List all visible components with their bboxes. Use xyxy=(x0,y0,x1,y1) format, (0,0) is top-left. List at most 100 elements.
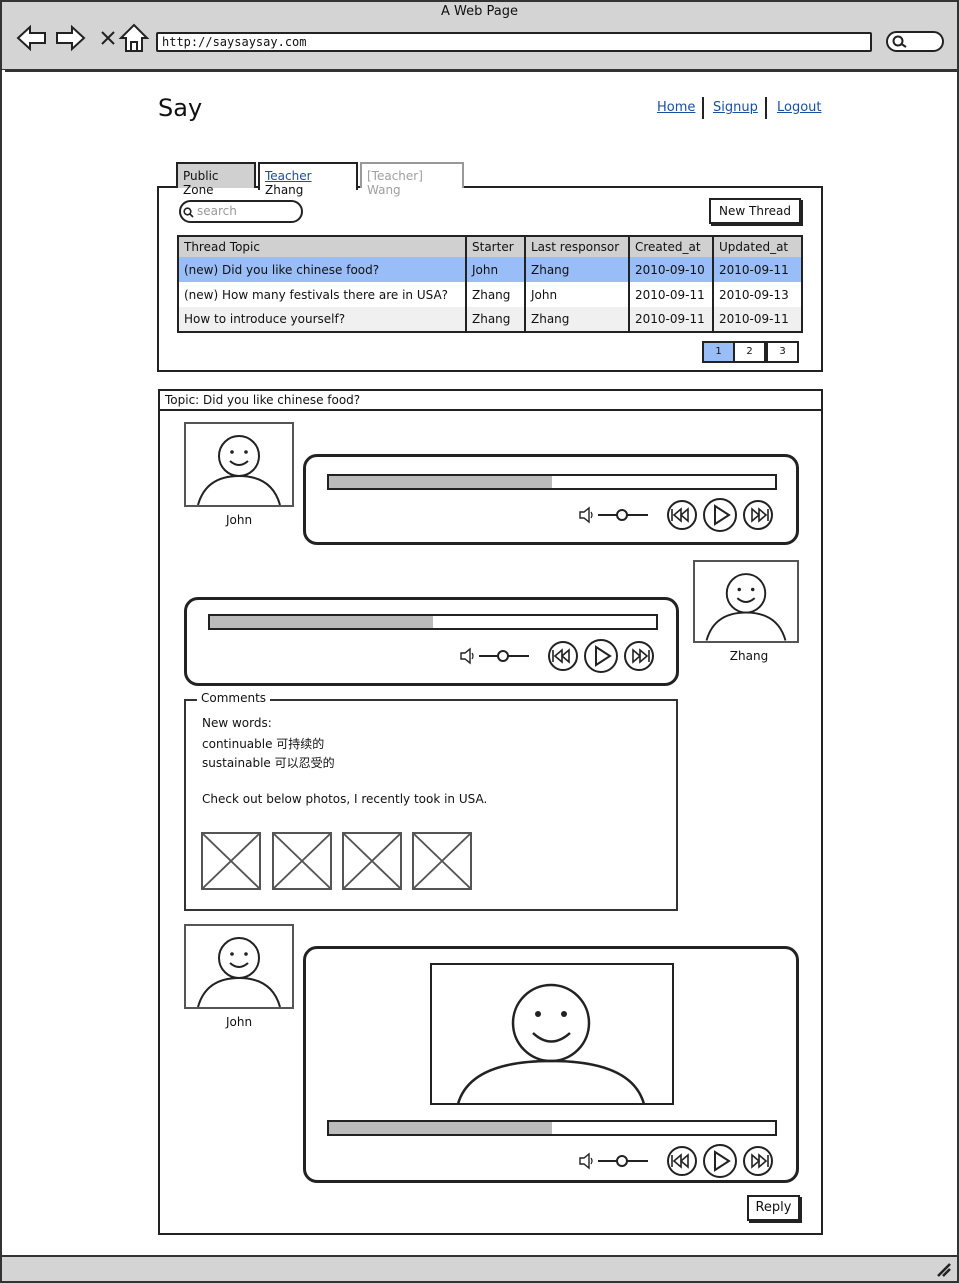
starter-cell: John xyxy=(466,257,526,282)
comments-legend: Comments xyxy=(197,691,271,705)
player-controls xyxy=(578,1143,774,1179)
fast-forward-icon[interactable] xyxy=(742,499,774,531)
progress-track[interactable] xyxy=(327,474,777,490)
link-divider xyxy=(765,97,767,119)
rewind-icon[interactable] xyxy=(547,640,579,672)
window-title: A Web Page xyxy=(441,4,518,19)
logout-link[interactable]: Logout xyxy=(777,100,822,115)
play-icon[interactable] xyxy=(702,497,738,533)
smiley-avatar-icon xyxy=(705,573,787,641)
player-controls xyxy=(459,638,655,674)
post-author: Zhang xyxy=(729,649,769,663)
table-row[interactable]: (new) Did you like chinese food? John Zh… xyxy=(178,257,803,282)
comment-line: continuable 可持续的 xyxy=(202,737,325,751)
topic-cell[interactable]: How to introduce yourself? xyxy=(178,307,467,332)
post-author: John xyxy=(225,1015,253,1029)
video-frame[interactable] xyxy=(430,963,674,1105)
topic-title: Topic: Did you like chinese food? xyxy=(158,389,823,411)
progress-fill xyxy=(329,476,552,488)
window-border-right xyxy=(954,70,959,1257)
col-header[interactable]: Starter xyxy=(466,236,526,257)
browser-status-bar xyxy=(0,1255,959,1283)
page-1-button[interactable]: 1 xyxy=(702,341,735,363)
player-controls xyxy=(578,497,774,533)
link-divider xyxy=(702,97,704,119)
fast-forward-icon[interactable] xyxy=(623,640,655,672)
topic-cell[interactable]: (new) Did you like chinese food? xyxy=(178,257,467,282)
reply-button[interactable]: Reply xyxy=(747,1195,800,1221)
search-placeholder: search xyxy=(197,204,237,218)
progress-track[interactable] xyxy=(208,614,658,630)
image-placeholder-icon[interactable] xyxy=(272,832,332,890)
image-placeholder-icon[interactable] xyxy=(412,832,472,890)
signup-link[interactable]: Signup xyxy=(713,100,758,115)
play-icon[interactable] xyxy=(583,638,619,674)
browser-search[interactable] xyxy=(886,31,944,52)
search-input[interactable]: search xyxy=(179,200,303,223)
progress-fill xyxy=(210,616,433,628)
col-header[interactable]: Updated_at xyxy=(713,236,803,257)
smiley-avatar-icon xyxy=(197,937,281,1008)
tab-label: Zhang xyxy=(265,183,304,197)
search-icon xyxy=(892,35,907,48)
new-tag: (new) xyxy=(184,287,219,302)
home-icon[interactable] xyxy=(118,22,150,54)
rewind-icon[interactable] xyxy=(666,1145,698,1177)
avatar xyxy=(693,560,799,643)
comment-heading: New words: xyxy=(202,716,272,730)
page-3-button[interactable]: 3 xyxy=(766,341,799,363)
last-responsor-cell: John xyxy=(525,282,630,307)
progress-track[interactable] xyxy=(327,1120,777,1136)
window-border-left xyxy=(0,70,5,1257)
tab-teacher-zhang[interactable]: Teacher Zhang xyxy=(258,162,358,197)
comment-line: sustainable 可以忍受的 xyxy=(202,756,335,770)
thread-table: Thread Topic Starter Last responsor Crea… xyxy=(177,235,803,333)
avatar xyxy=(184,924,294,1009)
volume-icon[interactable] xyxy=(578,1150,648,1172)
topic-cell[interactable]: (new) How many festivals there are in US… xyxy=(178,282,467,307)
image-placeholder-icon[interactable] xyxy=(342,832,402,890)
new-thread-button[interactable]: New Thread xyxy=(709,198,801,224)
tab-prefix-link[interactable]: Teacher xyxy=(265,169,312,183)
topic-text: Did you like chinese food? xyxy=(222,262,380,277)
back-icon[interactable] xyxy=(16,22,48,54)
comment-note: Check out below photos, I recently took … xyxy=(202,792,488,806)
starter-cell: Zhang xyxy=(466,307,526,332)
audio-player xyxy=(303,454,799,545)
url-bar[interactable]: http://saysaysay.com xyxy=(156,32,872,52)
rewind-icon[interactable] xyxy=(666,499,698,531)
tab-public-zone[interactable]: Public Zone xyxy=(176,162,256,197)
last-responsor-cell: Zhang xyxy=(525,257,630,282)
updated-cell: 2010-09-13 xyxy=(713,282,803,307)
play-icon[interactable] xyxy=(702,1143,738,1179)
volume-icon[interactable] xyxy=(578,504,648,526)
starter-cell: Zhang xyxy=(466,282,526,307)
table-header-row: Thread Topic Starter Last responsor Crea… xyxy=(178,236,803,257)
col-header[interactable]: Created_at xyxy=(629,236,714,257)
created-cell: 2010-09-10 xyxy=(629,257,714,282)
created-cell: 2010-09-11 xyxy=(629,307,714,332)
last-responsor-cell: Zhang xyxy=(525,307,630,332)
forward-icon[interactable] xyxy=(54,22,86,54)
site-logo: Say xyxy=(158,94,203,122)
topic-text: How to introduce yourself? xyxy=(184,312,346,326)
page-2-button[interactable]: 2 xyxy=(733,341,766,363)
volume-icon[interactable] xyxy=(459,645,529,667)
image-placeholder-icon[interactable] xyxy=(201,832,261,890)
tab-teacher-wang[interactable]: [Teacher] Wang xyxy=(360,162,464,197)
col-header[interactable]: Thread Topic xyxy=(178,236,467,257)
resize-grip-icon[interactable] xyxy=(934,1260,952,1278)
table-row[interactable]: (new) How many festivals there are in US… xyxy=(178,282,803,307)
new-tag: (new) xyxy=(184,262,219,277)
fast-forward-icon[interactable] xyxy=(742,1145,774,1177)
home-link[interactable]: Home xyxy=(657,100,695,115)
progress-fill xyxy=(329,1122,552,1134)
tab-label: Public Zone xyxy=(183,169,219,197)
topic-text: How many festivals there are in USA? xyxy=(222,287,449,302)
col-header[interactable]: Last responsor xyxy=(525,236,630,257)
updated-cell: 2010-09-11 xyxy=(713,257,803,282)
created-cell: 2010-09-11 xyxy=(629,282,714,307)
smiley-avatar-icon xyxy=(197,435,281,506)
table-row[interactable]: How to introduce yourself? Zhang Zhang 2… xyxy=(178,307,803,332)
video-player xyxy=(303,946,799,1183)
